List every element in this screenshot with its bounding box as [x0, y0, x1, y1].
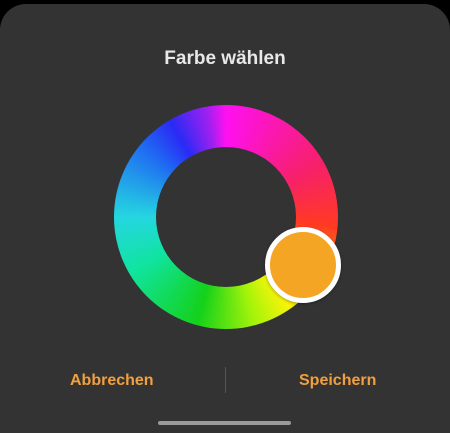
cancel-button[interactable]: Abbrechen [70, 372, 154, 390]
color-selector-handle[interactable] [265, 227, 341, 303]
button-divider [225, 367, 226, 393]
home-indicator[interactable] [158, 421, 291, 425]
dialog-title: Farbe wählen [164, 48, 286, 69]
save-button[interactable]: Speichern [299, 372, 376, 390]
